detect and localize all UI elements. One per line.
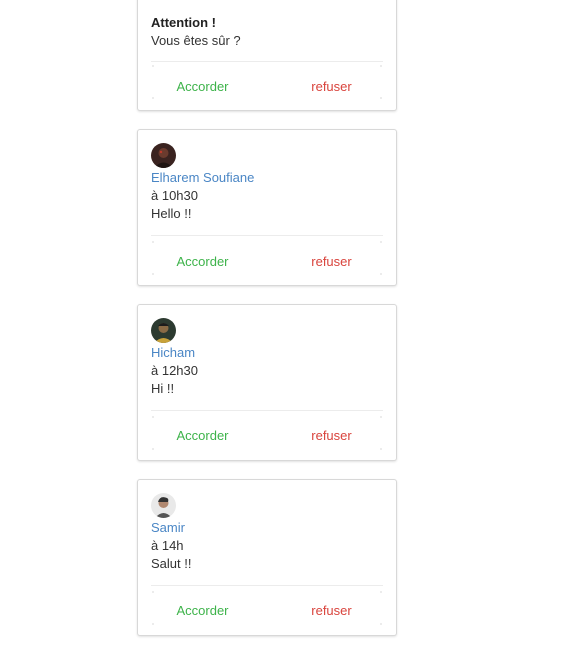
refuse-button[interactable]: refuser [267, 426, 396, 446]
confirm-title: Attention ! [151, 15, 216, 30]
request-card: Elharem Soufiane à 10h30 Hello !! Accord… [137, 129, 397, 286]
user-photo-icon[interactable] [151, 318, 176, 343]
request-message: Salut !! [151, 556, 192, 571]
decor-dot [380, 241, 382, 243]
decor-dot [380, 97, 382, 99]
decor-dot [152, 65, 154, 67]
request-actions: Accorder refuser [138, 601, 396, 621]
decor-dot [152, 448, 154, 450]
decor-dot [152, 591, 154, 593]
refuse-button[interactable]: refuser [267, 77, 396, 97]
decor-dot [152, 97, 154, 99]
request-time: à 10h30 [151, 188, 198, 203]
divider [151, 61, 383, 62]
decor-dot [152, 416, 154, 418]
decor-dot [380, 416, 382, 418]
request-message: Hi !! [151, 381, 175, 396]
request-card: Hicham à 12h30 Hi !! Accorder refuser [137, 304, 397, 461]
user-name-link[interactable]: Hicham [151, 344, 383, 362]
user-name-link[interactable]: Elharem Soufiane [151, 169, 383, 187]
decor-dot [380, 448, 382, 450]
divider [151, 235, 383, 236]
request-time: à 12h30 [151, 363, 198, 378]
decor-dot [380, 591, 382, 593]
divider [151, 585, 383, 586]
request-actions: Accorder refuser [138, 252, 396, 272]
request-time: à 14h [151, 538, 184, 553]
accept-button[interactable]: Accorder [138, 601, 267, 621]
confirm-actions: Accorder refuser [138, 77, 396, 97]
refuse-button[interactable]: refuser [267, 252, 396, 272]
user-photo-icon[interactable] [151, 493, 176, 518]
page: Attention ! Vous êtes sûr ? Accorder ref… [0, 0, 568, 666]
request-card: Samir à 14h Salut !! Accorder refuser [137, 479, 397, 636]
user-name-link[interactable]: Samir [151, 519, 383, 537]
accept-button[interactable]: Accorder [138, 426, 267, 446]
decor-dot [152, 273, 154, 275]
confirm-message: Vous êtes sûr ? [151, 33, 241, 48]
accept-button[interactable]: Accorder [138, 77, 267, 97]
decor-dot [380, 273, 382, 275]
confirm-card: Attention ! Vous êtes sûr ? Accorder ref… [137, 0, 397, 111]
decor-dot [152, 623, 154, 625]
decor-dot [380, 65, 382, 67]
divider [151, 410, 383, 411]
decor-dot [152, 241, 154, 243]
refuse-button[interactable]: refuser [267, 601, 396, 621]
user-photo-icon[interactable] [151, 143, 176, 168]
request-actions: Accorder refuser [138, 426, 396, 446]
request-message: Hello !! [151, 206, 192, 221]
accept-button[interactable]: Accorder [138, 252, 267, 272]
decor-dot [380, 623, 382, 625]
